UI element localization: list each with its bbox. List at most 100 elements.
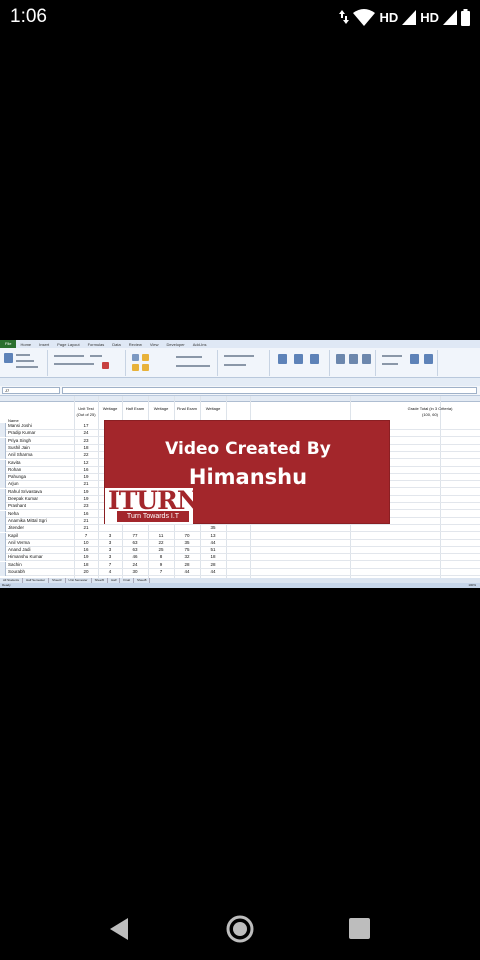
font-group	[50, 350, 126, 376]
row-number	[0, 532, 6, 540]
row-number	[0, 452, 6, 460]
ribbon-tab: Formulas	[87, 341, 105, 347]
score-cell: 3	[108, 532, 112, 538]
score-cell: 8	[159, 554, 163, 560]
paste-icon	[4, 353, 13, 363]
score-cell: 63	[132, 547, 138, 553]
logo-tagline: Turn Towards I.T	[117, 511, 189, 522]
row-number	[0, 474, 6, 482]
score-cell: 3	[108, 539, 112, 545]
header-grade-total: Grade Total (in 3 Criteria)	[407, 406, 453, 411]
row-number	[0, 569, 6, 576]
score-cell: 7	[108, 561, 112, 567]
score-cell: 63	[132, 539, 138, 545]
score-cell: 18	[210, 554, 216, 560]
score-cell: 44	[184, 569, 190, 574]
student-name: Anil Verma	[8, 539, 30, 545]
score-cell: 30	[132, 569, 138, 574]
status-icons: HD HD	[339, 6, 470, 28]
signal-icon	[443, 9, 457, 25]
score-cell: 10	[83, 539, 89, 545]
score-cell: 22	[158, 539, 164, 545]
font-color-icon	[102, 362, 109, 369]
clipboard-group	[0, 350, 48, 376]
student-name: Kavita	[8, 459, 21, 465]
table-row: Sachin 18 7 24 9 28 28	[0, 561, 480, 569]
header-weitage: Weitage	[153, 406, 169, 411]
styles-group	[272, 350, 330, 376]
student-name: Prashant	[8, 503, 27, 509]
table-row: Himanshu Kumar 19 3 46 8 32 18	[0, 554, 480, 562]
quick-access-toolbar	[0, 378, 480, 386]
row-number	[0, 444, 6, 452]
student-name: Sourabh	[8, 569, 26, 574]
table-row: Sourabh 20 4 30 7 44 44	[0, 569, 480, 576]
score-cell: 16	[83, 547, 89, 553]
ribbon-tab: Home	[20, 341, 32, 347]
student-name: Pradip Kumar	[8, 430, 36, 436]
student-name: Rohan	[8, 466, 22, 472]
screen: 1:06 HD HD File Home Insert Page Layout …	[0, 0, 480, 960]
student-name: Rahul Srivastava	[8, 488, 43, 494]
score-cell: 46	[132, 554, 138, 560]
score-cell: 28	[184, 561, 190, 567]
score-cell: 19	[83, 554, 89, 560]
navigation-bar	[0, 900, 480, 960]
score-cell: 3	[108, 554, 112, 560]
score-cell: 20	[83, 569, 89, 574]
score-cell: 24	[83, 430, 89, 436]
header-weitage: Weitage	[102, 406, 118, 411]
score-cell: 16	[83, 466, 89, 472]
score-cell: 70	[184, 532, 190, 538]
ribbon-tab: Page Layout	[57, 341, 80, 347]
student-name: Sachin	[8, 561, 22, 567]
score-cell: 7	[84, 532, 88, 538]
ribbon-tab: View	[149, 341, 159, 347]
header-final-exam: Final Exam	[176, 406, 197, 411]
score-cell: 11	[158, 532, 164, 538]
student-name: Sushil Jain	[8, 444, 30, 450]
clock: 1:06	[10, 6, 47, 27]
name-box: J7	[2, 387, 60, 394]
ribbon-tab: Data	[112, 341, 121, 347]
score-cell: 3	[108, 547, 112, 553]
student-name: Neha	[8, 510, 19, 516]
score-cell: 44	[210, 539, 216, 545]
recents-square-icon[interactable]	[349, 918, 370, 939]
student-name: Anand Jadi	[8, 547, 31, 553]
row-number	[0, 547, 6, 555]
back-triangle-icon[interactable]	[108, 917, 130, 941]
cells-group	[332, 350, 376, 376]
student-name: Jitender	[8, 525, 25, 531]
ribbon-tab-file: File	[0, 340, 17, 348]
score-cell: 75	[184, 547, 190, 553]
number-group	[220, 350, 270, 376]
row-number	[0, 459, 6, 467]
zoom-level: 100%	[468, 583, 476, 587]
network-type-2: HD	[420, 9, 439, 25]
student-name: Himanshu Kumar	[8, 554, 43, 560]
score-cell: 13	[210, 532, 216, 538]
table-row: Anil Verma 10 3 63 22 35 44	[0, 539, 480, 547]
row-number	[0, 423, 6, 430]
turn-logo: ITURN Turn Towards I.T	[105, 486, 200, 524]
score-cell: 16	[83, 510, 89, 516]
score-cell: 12	[83, 459, 89, 465]
row-number	[0, 517, 6, 525]
row-number	[0, 539, 6, 547]
signal-icon	[402, 9, 417, 25]
ribbon-tab: Add-Ins	[192, 341, 207, 347]
data-arrows-icon	[339, 10, 350, 24]
editing-group	[378, 350, 438, 376]
home-circle-icon[interactable]	[226, 915, 254, 943]
row-number	[0, 481, 6, 489]
student-name: Anil Sharma	[8, 452, 33, 458]
table-row: Kapil 7 3 77 11 70 13	[0, 532, 480, 540]
score-cell: 23	[83, 437, 89, 443]
score-cell: 44	[210, 569, 216, 574]
score-cell: 23	[83, 503, 89, 509]
ribbon-tabs: File Home Insert Page Layout Formulas Da…	[0, 340, 480, 348]
student-name: Deepak Kumar	[8, 496, 39, 501]
student-name: Anamika Mittal Sgri	[8, 517, 47, 523]
row-number	[0, 496, 6, 503]
